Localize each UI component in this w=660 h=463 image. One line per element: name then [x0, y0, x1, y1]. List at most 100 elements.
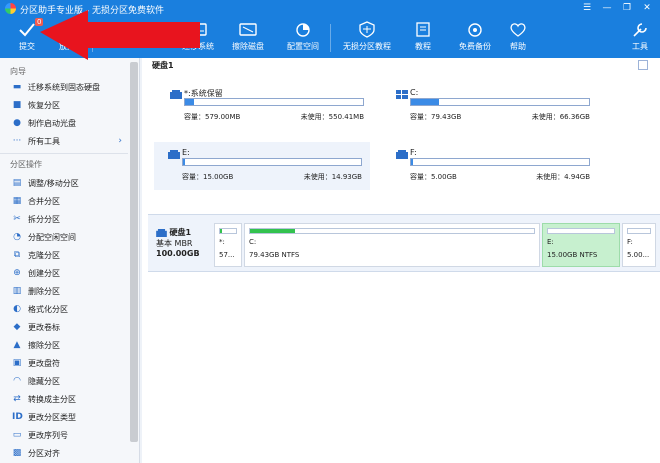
tutorial-label: 教程 [415, 42, 431, 51]
sidebar-item-migrate-ssd[interactable]: ▬ 迁移系统到固态硬盘 [0, 78, 128, 96]
disk-layout-strip: 硬盘1 基本 MBR 100.00GB *: 57... C: 79.43GB … [148, 214, 660, 272]
sidebar-item-hide[interactable]: ◠ 隐藏分区 [0, 372, 128, 390]
sidebar-item-recover-partition[interactable]: ■ 恢复分区 [0, 96, 128, 114]
red-arrow-annotation [40, 10, 200, 60]
partition-card[interactable]: *:系统保留 容量：579.00MB 未使用：550.41MB [156, 82, 372, 130]
resize-icon: ▤ [12, 178, 22, 188]
partition-detail: 79.43GB NTFS [249, 251, 300, 259]
tag-icon: ◆ [13, 322, 21, 332]
close-button[interactable]: ✕ [638, 2, 656, 15]
usage-fill [411, 99, 440, 105]
partition-usage-bar [547, 228, 615, 234]
sidebar-item-convert-primary[interactable]: ⇄ 转换成主分区 [0, 390, 128, 408]
trash-icon: ▥ [12, 286, 22, 296]
sidebar-item-label: 合并分区 [28, 196, 60, 206]
partition-block[interactable]: C: 79.43GB NTFS [244, 223, 540, 267]
disk-size: 100.00GB [156, 249, 200, 258]
menu-icon[interactable]: ☰ [578, 2, 596, 15]
sidebar-item-allocate[interactable]: ◔ 分配空闲空间 [0, 228, 128, 246]
sidebar-item-label: 更改序列号 [28, 430, 68, 440]
serial-icon: ▭ [12, 430, 22, 440]
usage-bar [184, 98, 364, 106]
usage-fill [411, 159, 413, 165]
drive-icon [396, 150, 408, 159]
help-button[interactable]: 帮助 [495, 18, 541, 58]
windows-icon [396, 90, 408, 99]
split-icon: ✂ [13, 214, 21, 224]
partition-card[interactable]: F: 容量：5.00GB 未使用：4.94GB [382, 142, 598, 190]
partition-name: F: [410, 148, 417, 157]
sidebar-item-change-letter[interactable]: ▣ 更改盘符 [0, 354, 128, 372]
chevron-right-icon: › [118, 136, 122, 146]
sidebar-item-format[interactable]: ◐ 格式化分区 [0, 300, 128, 318]
book-icon [416, 22, 430, 37]
free-text: 未使用：4.94GB [536, 173, 590, 181]
wipe-disk-button[interactable]: 擦除磁盘 [225, 18, 271, 58]
tutorial-button[interactable]: 教程 [400, 18, 446, 58]
drive-icon [156, 228, 167, 237]
lossless-tutorial-button[interactable]: 无损分区教程 [342, 18, 392, 58]
view-toggle-icon[interactable] [638, 60, 648, 70]
create-icon: ⊕ [13, 268, 21, 278]
sidebar-item-label: 调整/移动分区 [28, 178, 79, 188]
sidebar-item-wipe[interactable]: ▲ 擦除分区 [0, 336, 128, 354]
usage-fill [183, 159, 185, 165]
tools-label: 工具 [632, 42, 648, 51]
drive-icon [170, 90, 182, 99]
convert-icon: ⇄ [13, 394, 21, 404]
sidebar: 向导 ▬ 迁移系统到固态硬盘 ■ 恢复分区 ● 制作启动光盘 ··· 所有工具 › 分区操… [0, 58, 140, 463]
usage-bar [410, 98, 590, 106]
free-text: 未使用：66.36GB [531, 113, 590, 121]
sidebar-item-change-label[interactable]: ◆ 更改卷标 [0, 318, 128, 336]
capacity-text: 容量：579.00MB [184, 113, 241, 121]
user-icon: ● [13, 118, 21, 128]
restore-button[interactable]: ❐ [618, 2, 636, 15]
format-icon: ◐ [13, 304, 21, 314]
partition-label: E: [547, 238, 554, 246]
partition-block[interactable]: F: 5.00... [622, 223, 656, 267]
partition-card[interactable]: C: 容量：79.43GB 未使用：66.36GB [382, 82, 598, 130]
clone-icon: ⧉ [13, 250, 21, 260]
drive-icon [168, 150, 180, 159]
divider [0, 153, 128, 154]
id-icon: ID [12, 412, 23, 422]
sidebar-item-boot-cd[interactable]: ● 制作启动光盘 [0, 114, 128, 132]
partition-usage-fill [220, 229, 222, 233]
sidebar-item-all-tools[interactable]: ··· 所有工具 › [0, 132, 128, 150]
sidebar-scrollbar[interactable] [130, 62, 138, 442]
sidebar-item-clone[interactable]: ⧉ 克隆分区 [0, 246, 128, 264]
tools-button[interactable]: 工具 [620, 18, 660, 58]
sidebar-item-align[interactable]: ▩ 分区对齐 [0, 444, 128, 462]
partition-name: C: [410, 88, 419, 97]
sidebar-item-change-serial[interactable]: ▭ 更改序列号 [0, 426, 128, 444]
partition-detail: 5.00... [627, 251, 650, 259]
sidebar-item-label: 隐藏分区 [28, 376, 60, 386]
allocate-space-label: 配置空间 [287, 42, 319, 51]
partition-block[interactable]: *: 57... [214, 223, 242, 267]
allocate-space-button[interactable]: 配置空间 [280, 18, 326, 58]
sidebar-item-merge[interactable]: ▦ 合并分区 [0, 192, 128, 210]
usage-fill [185, 99, 194, 105]
sidebar-item-label: 更改卷标 [28, 322, 60, 332]
sidebar-item-create[interactable]: ⊕ 创建分区 [0, 264, 128, 282]
free-backup-button[interactable]: 免费备份 [452, 18, 498, 58]
wipe-disk-label: 擦除磁盘 [232, 42, 264, 51]
recover-icon: ■ [12, 100, 22, 110]
sidebar-item-split[interactable]: ✂ 拆分分区 [0, 210, 128, 228]
disk-type: 基本 MBR [156, 239, 193, 248]
usage-bar [182, 158, 362, 166]
sidebar-item-resize[interactable]: ▤ 调整/移动分区 [0, 174, 128, 192]
free-text: 未使用：550.41MB [300, 113, 364, 121]
free-text: 未使用：14.93GB [303, 173, 362, 181]
sidebar-item-label: 制作启动光盘 [28, 118, 76, 128]
partition-card[interactable]: E: 容量：15.00GB 未使用：14.93GB [154, 142, 370, 190]
minimize-button[interactable]: — [598, 2, 616, 15]
help-label: 帮助 [510, 42, 526, 51]
disk-info[interactable]: 硬盘1 基本 MBR 100.00GB [156, 227, 200, 258]
sidebar-item-delete[interactable]: ▥ 删除分区 [0, 282, 128, 300]
backup-icon [468, 23, 482, 37]
sidebar-item-change-type[interactable]: ID 更改分区类型 [0, 408, 128, 426]
partition-block-selected[interactable]: E: 15.00GB NTFS [542, 223, 620, 267]
sidebar-item-label: 拆分分区 [28, 214, 60, 224]
sidebar-item-label: 分配空闲空间 [28, 232, 76, 242]
